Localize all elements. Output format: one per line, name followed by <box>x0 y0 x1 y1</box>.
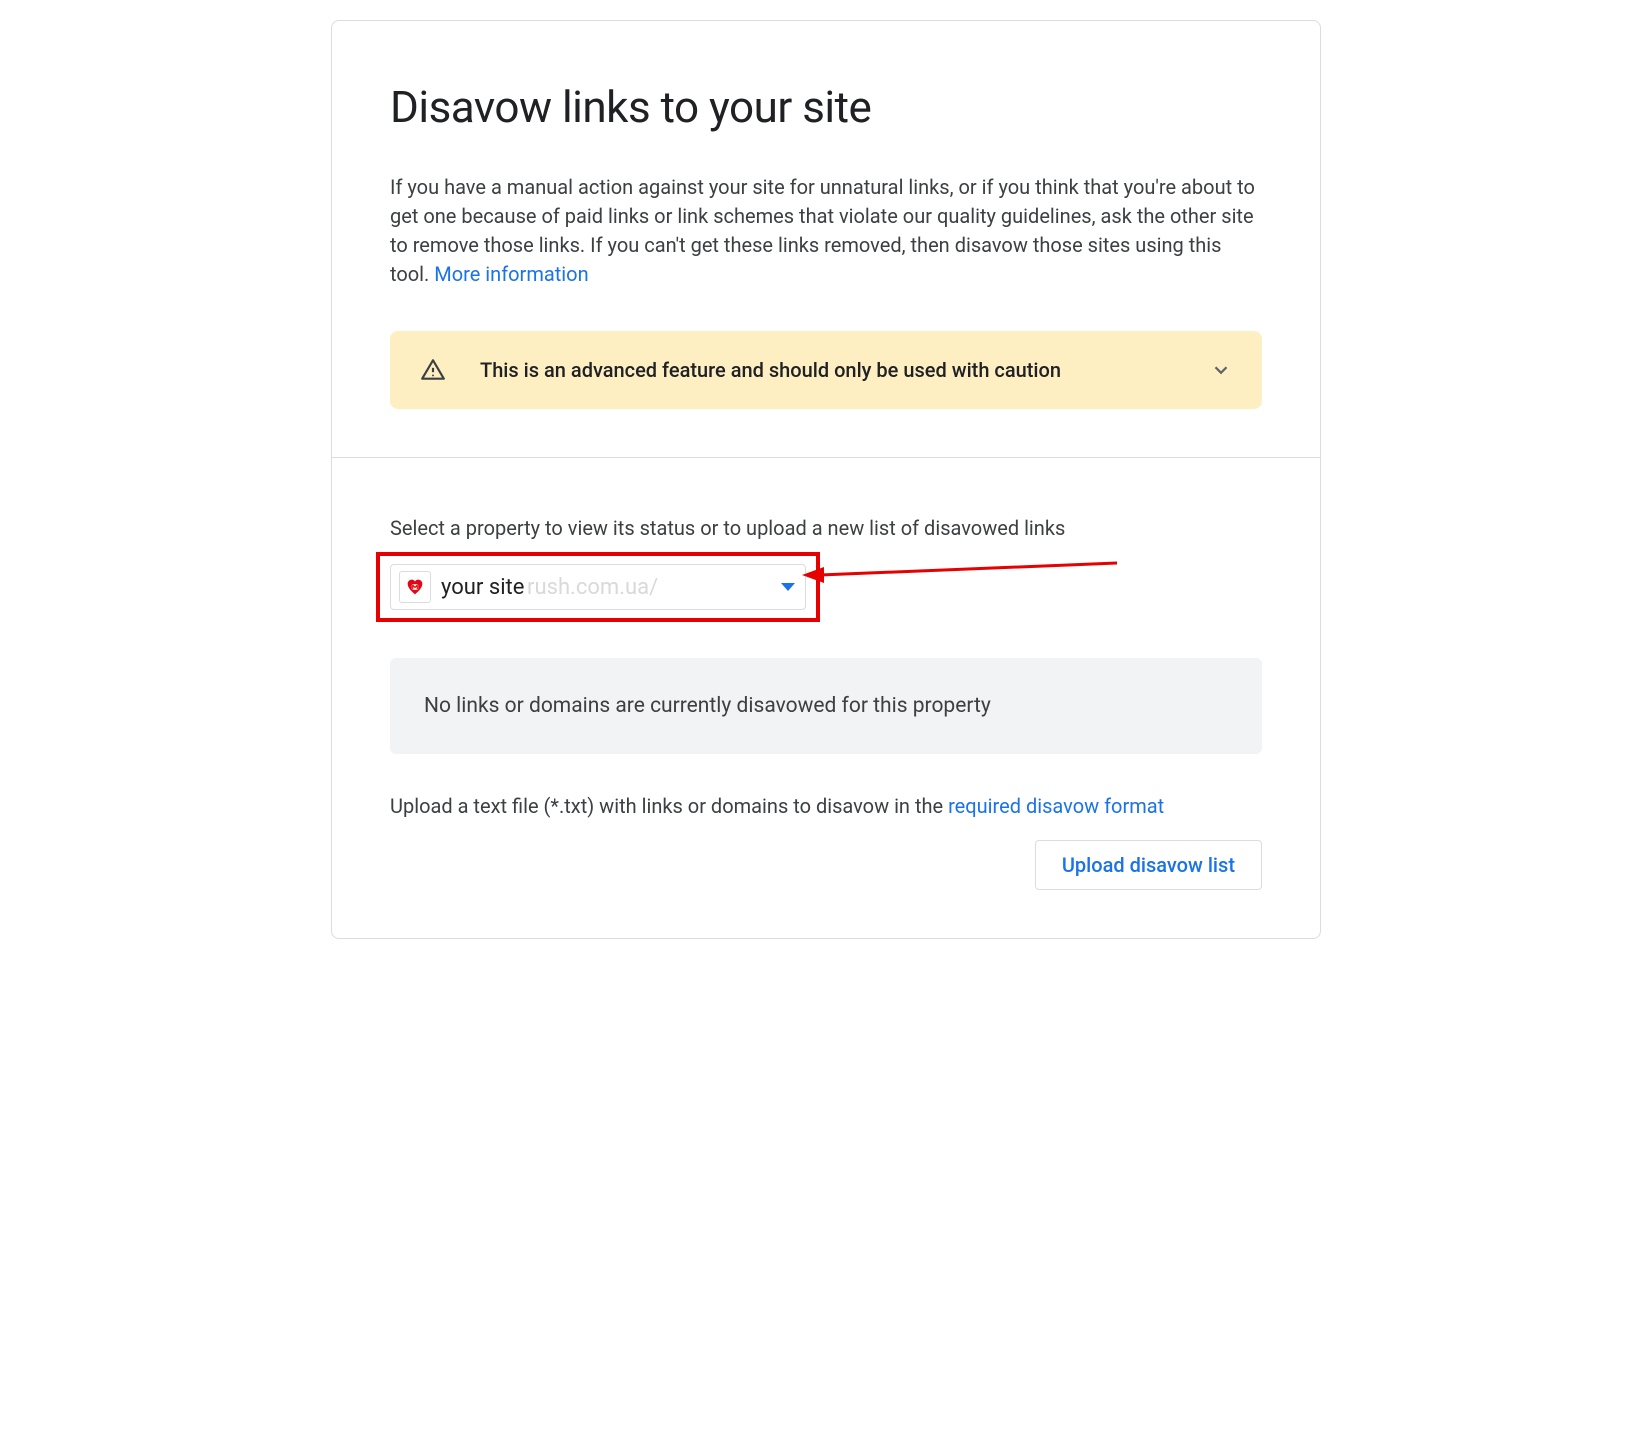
warning-icon <box>420 357 446 383</box>
annotation-arrow <box>802 560 1122 590</box>
upload-button-row: Upload disavow list <box>390 840 1262 890</box>
disavow-format-link[interactable]: required disavow format <box>948 794 1164 818</box>
property-favicon <box>399 571 431 603</box>
property-select-value: your site <box>441 575 526 600</box>
property-select[interactable]: rush.com.ua/ your site <box>390 564 806 610</box>
status-banner: No links or domains are currently disavo… <box>390 658 1262 754</box>
dropdown-caret-icon <box>781 583 795 591</box>
header-section: Disavow links to your site If you have a… <box>332 21 1320 457</box>
disavow-card: Disavow links to your site If you have a… <box>331 20 1321 939</box>
property-section: Select a property to view its status or … <box>332 458 1320 938</box>
warning-text: This is an advanced feature and should o… <box>480 358 1176 382</box>
upload-disavow-list-button[interactable]: Upload disavow list <box>1035 840 1262 890</box>
upload-instruction-prefix: Upload a text file (*.txt) with links or… <box>390 794 948 818</box>
status-empty-message: No links or domains are currently disavo… <box>424 694 991 718</box>
upload-instruction: Upload a text file (*.txt) with links or… <box>390 794 1262 818</box>
description-text: If you have a manual action against your… <box>390 173 1262 289</box>
chevron-down-icon <box>1210 359 1232 381</box>
property-select-label: Select a property to view its status or … <box>390 516 1262 540</box>
more-information-link[interactable]: More information <box>434 262 588 286</box>
property-select-highlight-wrap: rush.com.ua/ your site <box>390 564 806 610</box>
warning-banner[interactable]: This is an advanced feature and should o… <box>390 331 1262 409</box>
property-select-value-wrap: rush.com.ua/ your site <box>441 575 771 600</box>
property-select-ghost-text: rush.com.ua/ <box>527 575 658 600</box>
page-title: Disavow links to your site <box>390 81 1262 133</box>
